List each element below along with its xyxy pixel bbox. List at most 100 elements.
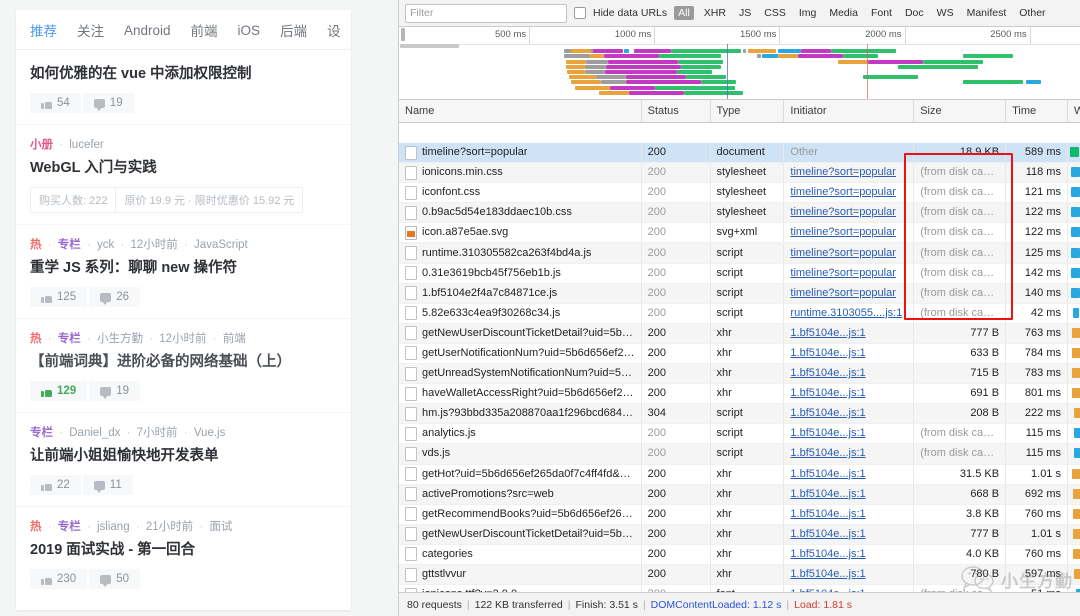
cell-name[interactable]: 0.b9ac5d54e183ddaec10b.css bbox=[399, 203, 642, 223]
type-filter-media[interactable]: Media bbox=[826, 6, 861, 20]
like-button[interactable]: 54 bbox=[30, 93, 83, 113]
cell-name[interactable]: ionicons.min.css bbox=[399, 163, 642, 183]
initiator-link[interactable]: 1.bf5104e...js:1 bbox=[790, 568, 865, 580]
initiator-link[interactable]: 1.bf5104e...js:1 bbox=[790, 468, 865, 480]
cell-initiator[interactable]: 1.bf5104e...js:1 bbox=[784, 444, 915, 464]
feed-entry[interactable]: 热 · 专栏 · 小生方勤 · 12小时前 · 前端 【前端词典】进阶必备的网络… bbox=[16, 319, 351, 413]
table-row[interactable]: timeline?sort=popular 200 document Other 18.… bbox=[399, 143, 1080, 164]
table-row[interactable]: ionicons.min.css 200 stylesheet timeline?so… bbox=[399, 163, 1080, 184]
feed-tab-6[interactable]: 设 bbox=[327, 20, 341, 40]
cell-name[interactable]: timeline?sort=popular bbox=[399, 143, 642, 163]
cell-name[interactable]: getUnreadSystemNotificationNum?uid=5b6..… bbox=[399, 364, 642, 384]
cell-name[interactable]: getRecommendBooks?uid=5b6d656ef265d... bbox=[399, 504, 642, 524]
table-row[interactable]: categories 200 xhr 1.bf5104e...js:1 4.0 KB 76… bbox=[399, 544, 1080, 565]
table-row[interactable]: getUnreadSystemNotificationNum?uid=5b6..… bbox=[399, 364, 1080, 385]
initiator-link[interactable]: 1.bf5104e...js:1 bbox=[790, 407, 865, 419]
cell-initiator[interactable]: runtime.3103055....js:1 bbox=[784, 303, 915, 323]
cell-initiator[interactable]: timeline?sort=popular bbox=[784, 283, 915, 303]
type-filter-css[interactable]: CSS bbox=[761, 6, 789, 20]
entry-title[interactable]: 2019 面试实战 - 第一回合 bbox=[30, 540, 337, 560]
entry-title[interactable]: 重学 JS 系列：聊聊 new 操作符 bbox=[30, 258, 337, 278]
cell-initiator[interactable]: 1.bf5104e...js:1 bbox=[784, 504, 915, 524]
cell-initiator[interactable]: timeline?sort=popular bbox=[784, 183, 915, 203]
initiator-link[interactable]: 1.bf5104e...js:1 bbox=[790, 447, 865, 459]
table-row[interactable]: 0.b9ac5d54e183ddaec10b.css 200 stylesheet t… bbox=[399, 203, 1080, 224]
filter-input[interactable]: Filter bbox=[405, 3, 567, 23]
table-row[interactable]: getNewUserDiscountTicketDetail?uid=5b6d.… bbox=[399, 323, 1080, 344]
type-filter-img[interactable]: Img bbox=[796, 6, 820, 20]
type-filter-ws[interactable]: WS bbox=[934, 6, 957, 20]
table-row[interactable]: iconfont.css 200 stylesheet timeline?sort=p… bbox=[399, 183, 1080, 204]
cell-name[interactable]: getUserNotificationNum?uid=5b6d656ef26..… bbox=[399, 343, 642, 363]
feed-entry[interactable]: 热 · 专栏 · jsliang · 21小时前 · 面试 2019 面试实战 … bbox=[16, 507, 351, 600]
feed-tabbar[interactable]: 推荐 关注 Android 前端 iOS 后端设 bbox=[16, 10, 351, 50]
table-row[interactable]: getNewUserDiscountTicketDetail?uid=5b6d.… bbox=[399, 524, 1080, 545]
cell-initiator[interactable]: Other bbox=[784, 143, 915, 163]
cell-initiator[interactable]: 1.bf5104e...js:1 bbox=[784, 585, 915, 592]
cell-initiator[interactable]: 1.bf5104e...js:1 bbox=[784, 364, 915, 384]
cell-initiator[interactable]: 1.bf5104e...js:1 bbox=[784, 384, 915, 404]
type-filter-all[interactable]: All bbox=[674, 6, 694, 20]
cell-name[interactable]: activePromotions?src=web bbox=[399, 484, 642, 504]
cell-name[interactable]: ionicons.ttf?v=2.0.0 bbox=[399, 585, 642, 592]
network-table-header[interactable]: NameStatusTypeInitiatorSizeTimeWat bbox=[399, 100, 1080, 123]
cell-name[interactable]: categories bbox=[399, 544, 642, 564]
comment-button[interactable]: 26 bbox=[89, 287, 140, 307]
table-row[interactable]: vds.js 200 script 1.bf5104e...js:1 (from dis… bbox=[399, 444, 1080, 465]
hide-data-urls-checkbox[interactable] bbox=[574, 7, 586, 19]
table-row[interactable]: ionicons.ttf?v=2.0.0 200font1.bf5104e...j… bbox=[399, 585, 1080, 592]
cell-initiator[interactable]: 1.bf5104e...js:1 bbox=[784, 524, 915, 544]
initiator-link[interactable]: 1.bf5104e...js:1 bbox=[790, 548, 865, 560]
table-row[interactable]: haveWalletAccessRight?uid=5b6d656ef265d.… bbox=[399, 384, 1080, 405]
feed-entry[interactable]: 专栏 · Daniel_dx · 7小时前 · Vue.js 让前端小姐姐愉快地… bbox=[16, 413, 351, 507]
entry-title[interactable]: 【前端词典】进阶必备的网络基础（上） bbox=[30, 352, 337, 372]
cell-name[interactable]: haveWalletAccessRight?uid=5b6d656ef265d.… bbox=[399, 384, 642, 404]
cell-initiator[interactable]: 1.bf5104e...js:1 bbox=[784, 343, 915, 363]
cell-initiator[interactable]: timeline?sort=popular bbox=[784, 203, 915, 223]
initiator-link[interactable]: runtime.3103055....js:1 bbox=[790, 307, 902, 319]
entry-title[interactable]: 让前端小姐姐愉快地开发表单 bbox=[30, 446, 337, 466]
cell-name[interactable]: runtime.310305582ca263f4bd4a.js bbox=[399, 243, 642, 263]
initiator-link[interactable]: timeline?sort=popular bbox=[790, 247, 895, 259]
initiator-link[interactable]: timeline?sort=popular bbox=[790, 186, 895, 198]
type-filter-doc[interactable]: Doc bbox=[902, 6, 927, 20]
table-row[interactable]: activePromotions?src=web 200 xhr 1.bf5104e.… bbox=[399, 484, 1080, 505]
entry-title[interactable]: WebGL 入门与实践 bbox=[30, 158, 337, 178]
column-header-status[interactable]: Status bbox=[642, 100, 711, 122]
initiator-link[interactable]: timeline?sort=popular bbox=[790, 226, 895, 238]
initiator-link[interactable]: 1.bf5104e...js:1 bbox=[790, 347, 865, 359]
feed-tab-2[interactable]: Android bbox=[124, 23, 171, 38]
feed-tab-1[interactable]: 关注 bbox=[77, 20, 104, 40]
cell-initiator[interactable]: 1.bf5104e...js:1 bbox=[784, 424, 915, 444]
comment-button[interactable]: 50 bbox=[89, 569, 140, 589]
cell-name[interactable]: analytics.js bbox=[399, 424, 642, 444]
cell-initiator[interactable]: timeline?sort=popular bbox=[784, 243, 915, 263]
initiator-link[interactable]: 1.bf5104e...js:1 bbox=[790, 508, 865, 520]
initiator-link[interactable]: 1.bf5104e...js:1 bbox=[790, 367, 865, 379]
like-button[interactable]: 125 bbox=[30, 287, 90, 307]
table-row[interactable]: runtime.310305582ca263f4bd4a.js 200 script… bbox=[399, 243, 1080, 264]
cell-initiator[interactable]: 1.bf5104e...js:1 bbox=[784, 484, 915, 504]
network-table-body[interactable]: timeline?sort=popular 200 document Other 18.… bbox=[399, 143, 1080, 592]
table-row[interactable]: getUserNotificationNum?uid=5b6d656ef26..… bbox=[399, 343, 1080, 365]
column-header-name[interactable]: Name bbox=[399, 100, 642, 122]
table-row[interactable]: hm.js?93bbd335a208870aa1f296bcd6842e5e 30… bbox=[399, 404, 1080, 425]
cell-name[interactable]: getNewUserDiscountTicketDetail?uid=5b6d.… bbox=[399, 524, 642, 544]
initiator-link[interactable]: 1.bf5104e...js:1 bbox=[790, 427, 865, 439]
table-row[interactable]: getHot?uid=5b6d656ef265da0f7c4ff4fd&cli.… bbox=[399, 464, 1080, 485]
initiator-link[interactable]: timeline?sort=popular bbox=[790, 166, 895, 178]
table-row[interactable]: 0.31e3619bcb45f756eb1b.js 200 script timeli… bbox=[399, 263, 1080, 284]
comment-button[interactable]: 19 bbox=[82, 93, 134, 113]
initiator-link[interactable]: 1.bf5104e...js:1 bbox=[790, 387, 865, 399]
resource-type-filters[interactable]: All XHR JS CSS Img Media Font Doc WS Manifest Othe… bbox=[674, 6, 1048, 20]
cell-name[interactable]: hm.js?93bbd335a208870aa1f296bcd6842e5e bbox=[399, 404, 642, 424]
table-row[interactable]: 1.bf5104e2f4a7c84871ce.js 200 script timeli… bbox=[399, 283, 1080, 304]
column-header-size[interactable]: Size bbox=[914, 100, 1007, 122]
table-row[interactable]: getRecommendBooks?uid=5b6d656ef265d... 20… bbox=[399, 504, 1080, 525]
cell-name[interactable]: getHot?uid=5b6d656ef265da0f7c4ff4fd&cli.… bbox=[399, 464, 642, 484]
initiator-link[interactable]: timeline?sort=popular bbox=[790, 267, 895, 279]
cell-name[interactable]: 0.31e3619bcb45f756eb1b.js bbox=[399, 263, 642, 283]
feed-tab-0[interactable]: 推荐 bbox=[30, 20, 57, 40]
cell-name[interactable]: getNewUserDiscountTicketDetail?uid=5b6d.… bbox=[399, 323, 642, 343]
feed-tab-5[interactable]: 后端 bbox=[280, 20, 307, 40]
